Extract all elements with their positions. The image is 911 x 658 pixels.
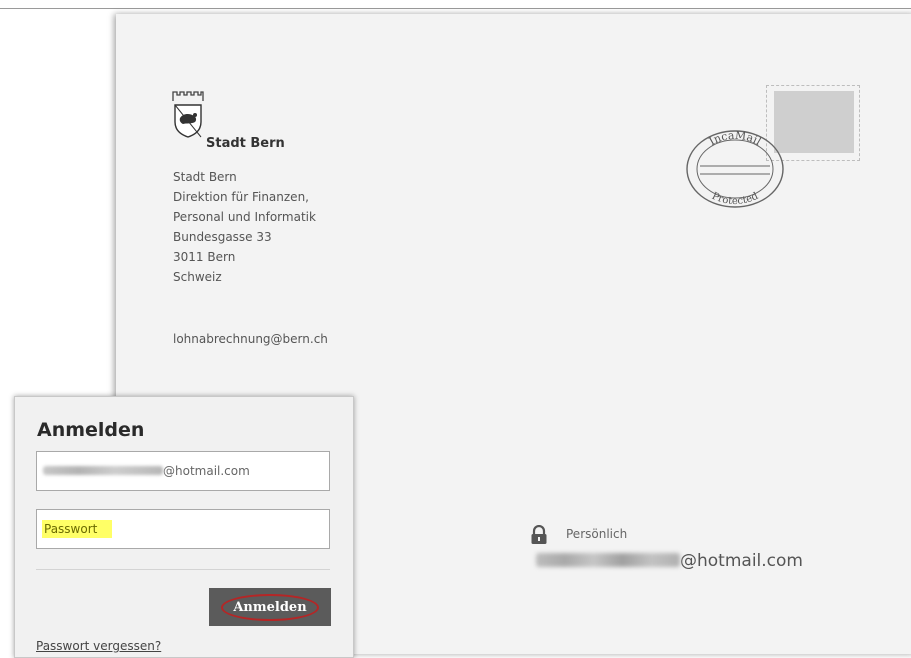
recipient-label: Persönlich	[566, 527, 628, 541]
login-title: Anmelden	[37, 419, 145, 441]
address-line: Stadt Bern	[173, 170, 237, 184]
password-field[interactable]	[36, 509, 330, 549]
login-button[interactable]: Anmelden	[209, 588, 331, 626]
lock-icon	[531, 525, 547, 544]
bear-shield-icon	[174, 104, 202, 138]
forgot-password-link[interactable]: Passwort vergessen?	[36, 639, 161, 653]
logo-name: Stadt Bern	[206, 136, 285, 151]
address-line: Direktion für Finanzen,	[173, 190, 309, 204]
stamp-image	[774, 91, 854, 153]
form-divider	[36, 569, 330, 570]
blurred-username	[43, 466, 163, 475]
crown-icon	[172, 91, 204, 101]
address-line: 3011 Bern	[173, 250, 236, 264]
address-line: Bundesgasse 33	[173, 230, 272, 244]
email-field[interactable]: @hotmail.com	[36, 451, 330, 491]
address-line: Schweiz	[173, 270, 222, 284]
recipient-email: @hotmail.com	[536, 551, 803, 571]
email-domain: @hotmail.com	[163, 464, 250, 478]
sender-address: Stadt Bern Direktion für Finanzen, Perso…	[173, 167, 316, 287]
login-panel: Anmelden @hotmail.com Anmelden Passwort …	[14, 396, 354, 658]
login-button-label: Anmelden	[221, 593, 319, 621]
password-input[interactable]	[42, 520, 112, 538]
sender-email: lohnabrechnung@bern.ch	[173, 332, 328, 346]
address-line: Personal und Informatik	[173, 210, 316, 224]
recipient-email-domain: @hotmail.com	[680, 551, 803, 571]
email-value: @hotmail.com	[43, 464, 250, 478]
blurred-username	[536, 553, 680, 567]
incamail-seal-icon: IncaMail Protected	[686, 129, 784, 208]
top-divider-line	[0, 8, 911, 9]
